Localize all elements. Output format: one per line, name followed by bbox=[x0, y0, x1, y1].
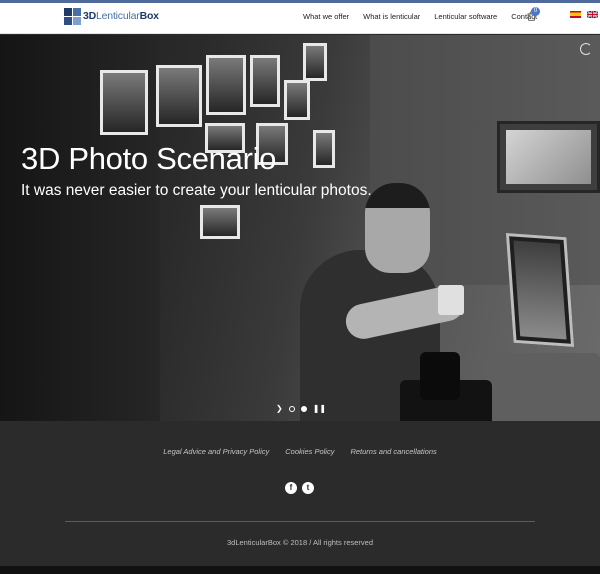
hero-bg-photo bbox=[284, 80, 310, 120]
copyright-text: 3dLenticularBox © 2018 / All rights rese… bbox=[226, 538, 374, 547]
hero-bg-photo bbox=[303, 43, 327, 81]
footer-link-returns[interactable]: Returns and cancellations bbox=[350, 447, 436, 456]
hero-bg-wall-picture bbox=[497, 121, 600, 193]
hero-bg-photo bbox=[206, 55, 246, 115]
slider-timer-icon bbox=[580, 43, 592, 55]
social-links: f t bbox=[285, 482, 319, 494]
bottom-strip bbox=[0, 566, 600, 574]
logo-mark bbox=[64, 7, 81, 25]
hero-bg-cup bbox=[438, 285, 464, 315]
flag-es-icon[interactable] bbox=[570, 11, 581, 18]
hero-bg-laptop bbox=[485, 353, 600, 421]
footer-divider bbox=[65, 521, 535, 522]
site-logo[interactable]: 3DLenticularBox bbox=[64, 5, 159, 27]
flag-uk-icon[interactable] bbox=[587, 11, 598, 18]
hero-bg-photo bbox=[100, 70, 148, 135]
hero-bg-person-head bbox=[365, 183, 430, 273]
hero-bg-photo bbox=[250, 55, 280, 107]
footer-link-legal[interactable]: Legal Advice and Privacy Policy bbox=[163, 447, 269, 456]
nav-item-what-we-offer[interactable]: What we offer bbox=[303, 12, 349, 21]
slide-dot-1[interactable] bbox=[288, 406, 295, 412]
slide-dot-2[interactable] bbox=[300, 406, 307, 412]
hero-slider: 3D Photo Scenario It was never easier to… bbox=[0, 35, 600, 421]
hero-bg-photo bbox=[313, 130, 335, 168]
pause-icon[interactable]: ❚❚ bbox=[313, 405, 326, 413]
hero-bg-photo bbox=[200, 205, 240, 239]
facebook-icon[interactable]: f bbox=[285, 482, 297, 494]
hero-bg-camera bbox=[400, 352, 492, 421]
twitter-icon[interactable]: t bbox=[302, 482, 314, 494]
slider-controls: ❯ ❚❚ bbox=[276, 405, 332, 413]
next-slide-icon[interactable]: ❯ bbox=[276, 405, 283, 413]
hero-bg-tablet bbox=[505, 233, 575, 347]
hero-bg-photo bbox=[156, 65, 202, 127]
footer-links: Legal Advice and Privacy Policy Cookies … bbox=[0, 447, 600, 456]
site-footer: Legal Advice and Privacy Policy Cookies … bbox=[0, 421, 600, 566]
logo-text: 3DLenticularBox bbox=[83, 10, 159, 22]
footer-link-cookies[interactable]: Cookies Policy bbox=[285, 447, 334, 456]
hero-title: 3D Photo Scenario bbox=[21, 141, 277, 176]
cart-count-badge: 0 bbox=[531, 7, 540, 16]
main-nav: What we offer What is lenticular Lenticu… bbox=[303, 12, 551, 21]
nav-item-what-is-lenticular[interactable]: What is lenticular bbox=[363, 12, 420, 21]
hero-subtitle: It was never easier to create your lenti… bbox=[21, 182, 372, 199]
nav-item-lenticular-software[interactable]: Lenticular software bbox=[434, 12, 497, 21]
site-header: 3DLenticularBox What we offer What is le… bbox=[0, 3, 600, 34]
